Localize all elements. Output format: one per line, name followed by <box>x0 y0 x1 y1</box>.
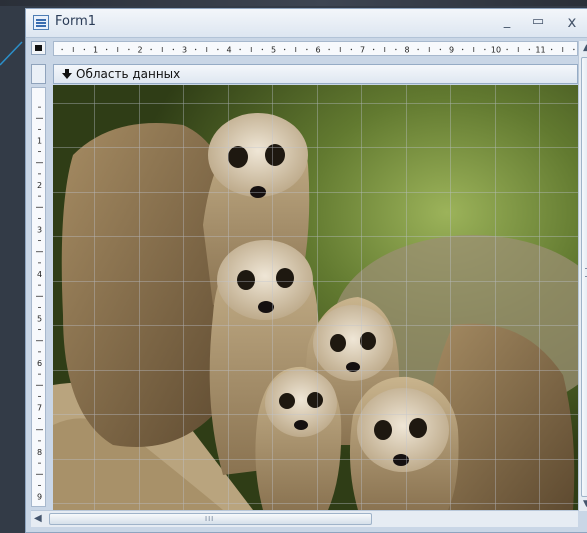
form-window[interactable]: Form1 _ ▭ x 1 2 3 4 5 6 7 8 9 10 11 Область данных… <box>25 8 587 533</box>
h-ruler-number: 1 <box>93 46 98 55</box>
backdrop-ribbon-strip <box>0 0 587 6</box>
maximize-button[interactable]: ▭ <box>527 12 549 32</box>
ruler-dot <box>395 48 397 51</box>
close-button[interactable]: x <box>561 12 583 32</box>
h-ruler-number: 2 <box>137 46 142 55</box>
section-label: Область данных <box>76 67 181 81</box>
section-arrow-icon <box>62 69 72 79</box>
vertical-scrollbar[interactable]: ▲ ▼ <box>578 41 587 511</box>
v-ruler-number: 3 <box>37 226 42 235</box>
ruler-dot <box>461 48 464 51</box>
ruler-dot <box>194 48 197 51</box>
vertical-ruler[interactable]: 1 2 3 4 5 6 7 8 9 <box>31 87 46 507</box>
ruler-dot <box>550 48 553 51</box>
horizontal-scrollbar[interactable]: ◀ III <box>31 510 578 527</box>
ruler-dot <box>328 48 330 51</box>
v-ruler-number: 8 <box>37 448 42 457</box>
ruler-dot <box>372 48 375 51</box>
ruler-dot <box>105 48 108 51</box>
v-ruler-number: 1 <box>37 137 42 146</box>
ruler-dot <box>573 48 575 51</box>
h-ruler-number: 4 <box>226 46 231 55</box>
ruler-dot <box>217 48 219 51</box>
v-ruler-number: 2 <box>37 181 42 190</box>
ruler-dot <box>261 48 264 51</box>
window-title: Form1 <box>55 14 97 29</box>
meerkats-photo[interactable] <box>53 85 578 510</box>
title-bar[interactable]: Form1 _ ▭ x <box>26 9 587 38</box>
form-selector-button[interactable] <box>31 41 46 55</box>
h-ruler-number: 7 <box>360 46 365 55</box>
v-ruler-number: 6 <box>37 359 42 368</box>
detail-section-canvas[interactable] <box>53 85 578 510</box>
ruler-dot <box>128 48 130 51</box>
ruler-dot <box>172 48 175 51</box>
h-ruler-number: 11 <box>535 46 545 55</box>
section-header-detail[interactable]: Область данных <box>53 64 578 84</box>
minimize-button[interactable]: _ <box>496 12 518 32</box>
h-ruler-number: 8 <box>404 46 409 55</box>
scroll-thumb-grip: III <box>205 515 215 523</box>
h-ruler-number: 3 <box>182 46 187 55</box>
h-ruler-number: 5 <box>271 46 276 55</box>
ruler-dot <box>484 48 486 51</box>
vertical-scroll-thumb[interactable] <box>581 57 587 497</box>
v-ruler-number: 9 <box>37 493 42 502</box>
scroll-left-arrow-icon[interactable]: ◀ <box>34 513 42 524</box>
scroll-down-arrow-icon[interactable]: ▼ <box>583 499 587 509</box>
h-ruler-number: 9 <box>449 46 454 55</box>
ruler-dot <box>417 48 419 51</box>
ruler-dot <box>350 48 353 51</box>
ruler-dot <box>283 48 286 51</box>
ruler-dot <box>83 48 86 51</box>
section-selector-corner[interactable] <box>31 64 46 84</box>
ruler-dot <box>150 48 152 51</box>
v-ruler-number: 7 <box>37 404 42 413</box>
horizontal-ruler[interactable]: 1 2 3 4 5 6 7 8 9 10 11 <box>53 41 578 56</box>
ruler-dot <box>239 48 241 51</box>
h-ruler-number: 10 <box>491 46 501 55</box>
ruler-dot <box>306 48 308 51</box>
v-ruler-number: 5 <box>37 315 42 324</box>
h-ruler-number: 6 <box>315 46 320 55</box>
scroll-up-arrow-icon[interactable]: ▲ <box>583 43 587 53</box>
ruler-dot <box>439 48 442 51</box>
ruler-dot <box>506 48 508 51</box>
ruler-dot <box>61 48 63 51</box>
ruler-dot <box>528 48 531 51</box>
v-ruler-number: 4 <box>37 270 42 279</box>
horizontal-scroll-thumb[interactable]: III <box>49 513 372 525</box>
form-app-icon <box>33 15 49 30</box>
